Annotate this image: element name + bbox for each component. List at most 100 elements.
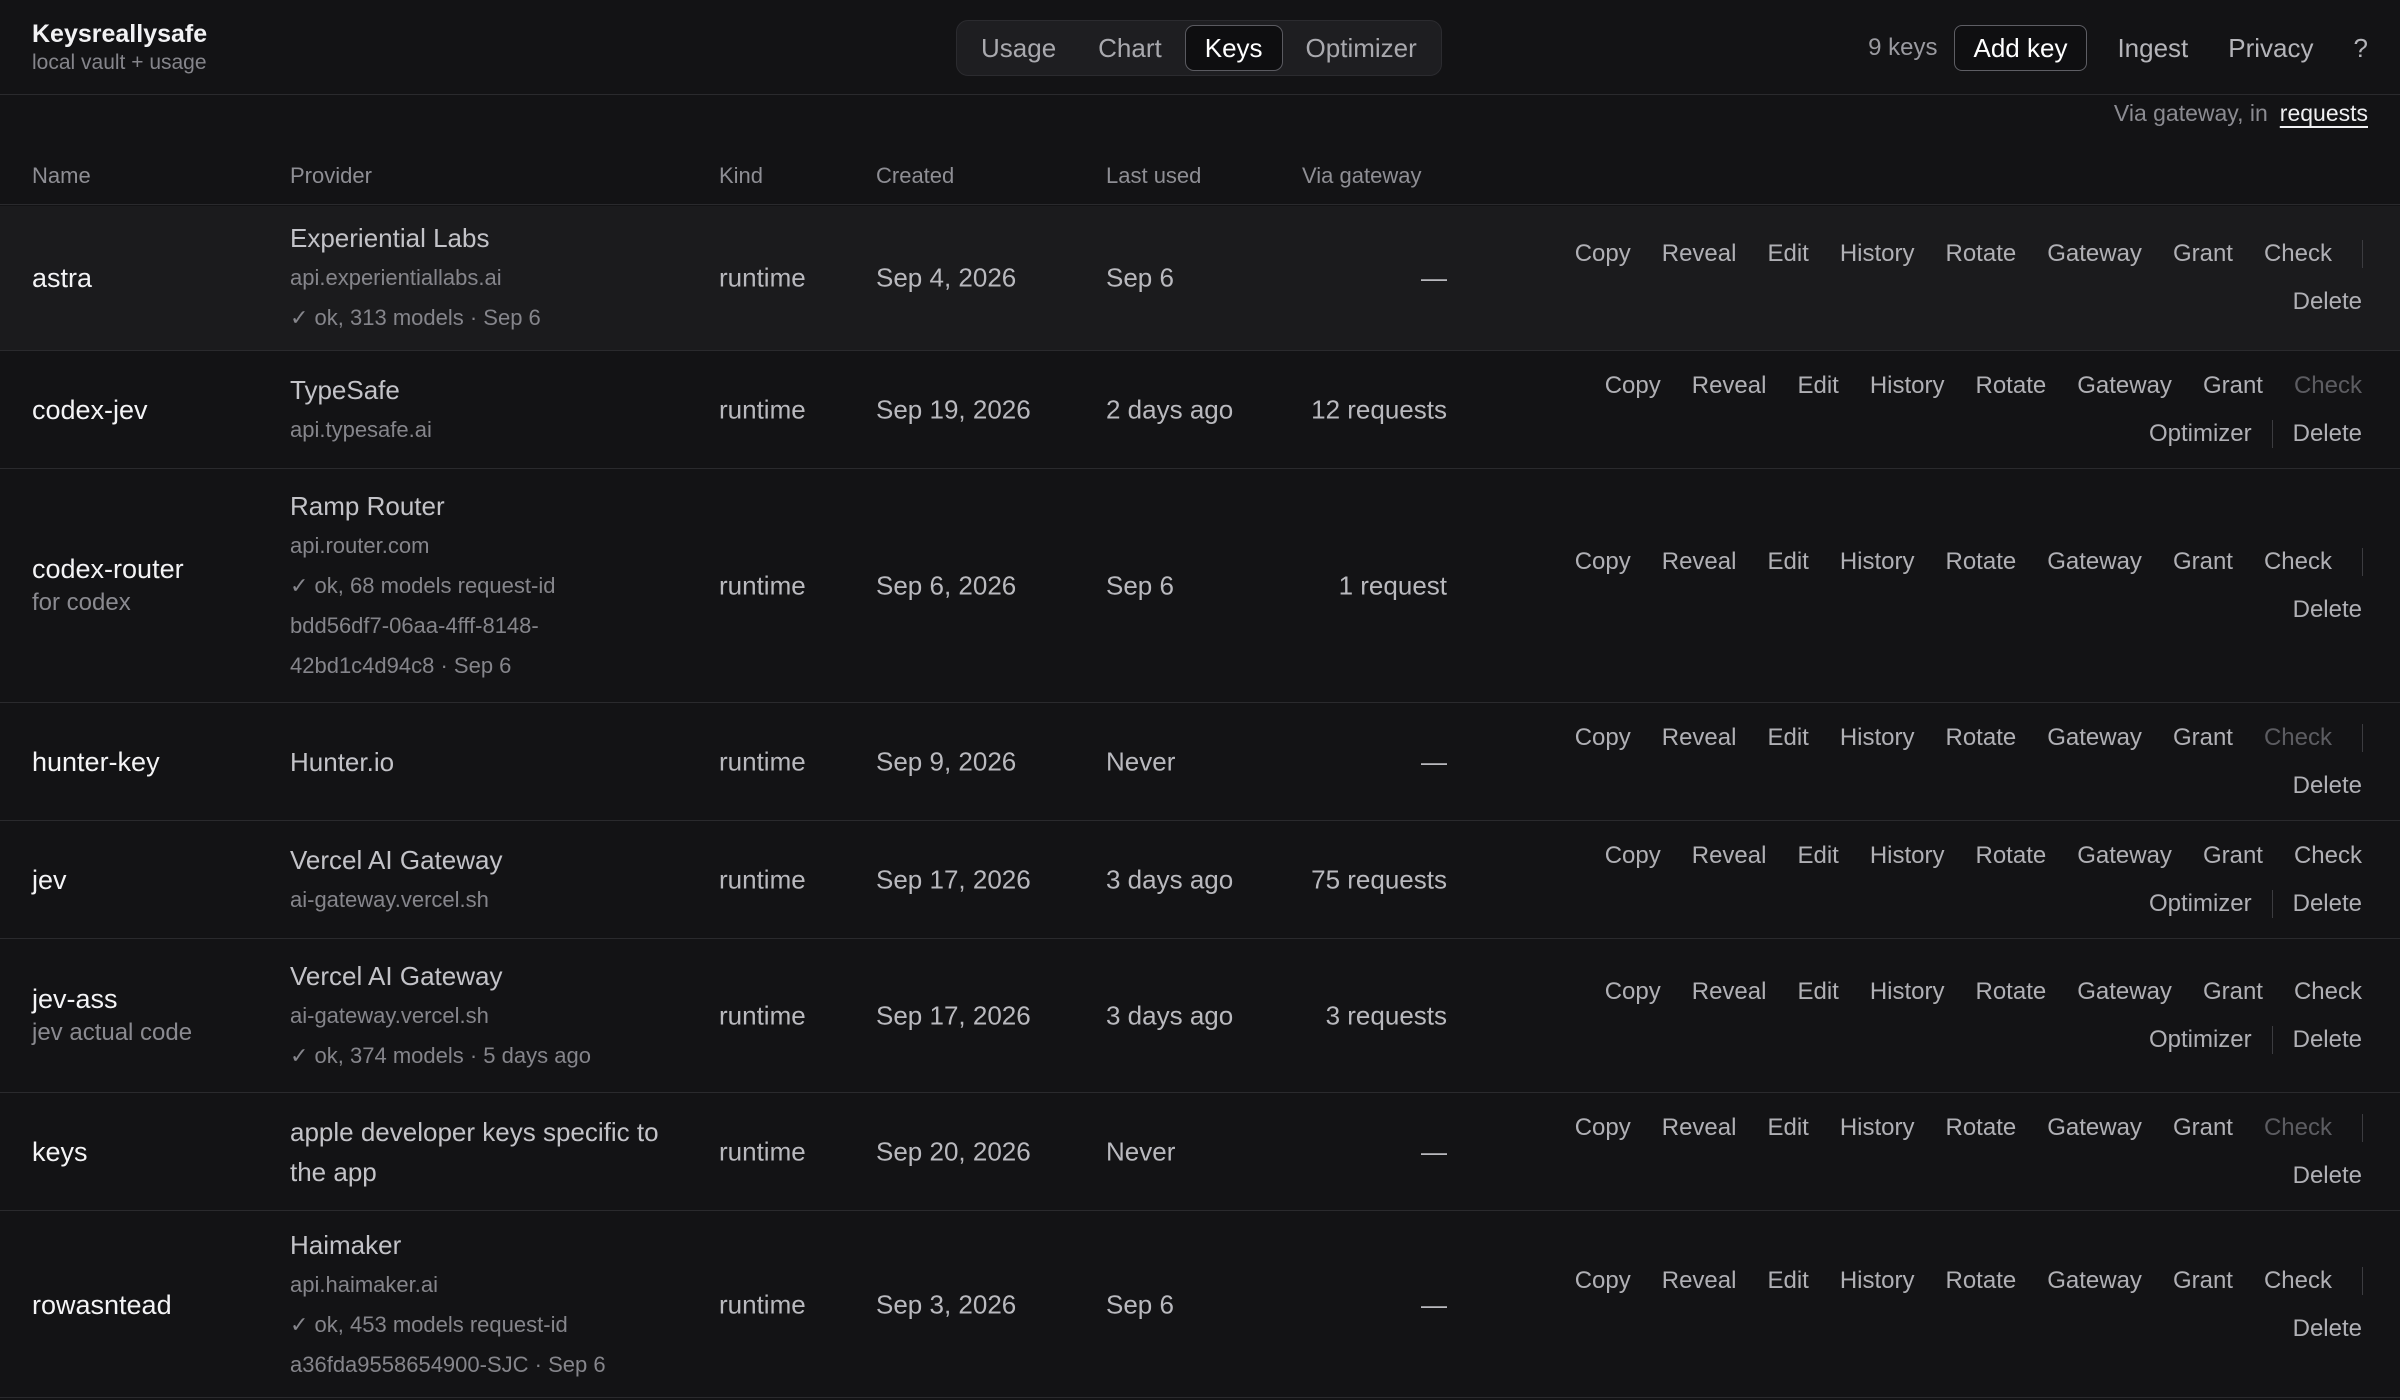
- rotate-action[interactable]: Rotate: [1946, 724, 2017, 752]
- copy-action[interactable]: Copy: [1575, 1267, 1631, 1295]
- grant-action[interactable]: Grant: [2203, 842, 2263, 870]
- copy-action[interactable]: Copy: [1575, 724, 1631, 752]
- tab-keys[interactable]: Keys: [1184, 25, 1283, 71]
- rotate-action[interactable]: Rotate: [1976, 978, 2047, 1006]
- history-action[interactable]: History: [1840, 1114, 1915, 1142]
- tab-chart[interactable]: Chart: [1079, 25, 1181, 71]
- gateway-action[interactable]: Gateway: [2077, 372, 2172, 400]
- rotate-action[interactable]: Rotate: [1946, 1114, 2017, 1142]
- check-action[interactable]: Check: [2264, 240, 2332, 268]
- reveal-action[interactable]: Reveal: [1662, 1114, 1737, 1142]
- copy-action[interactable]: Copy: [1575, 1114, 1631, 1142]
- key-name[interactable]: keys: [32, 1135, 88, 1169]
- check-action[interactable]: Check: [2294, 978, 2362, 1006]
- optimizer-action[interactable]: Optimizer: [2149, 890, 2252, 918]
- row-actions: Copy Reveal Edit History Rotate Gateway Grant C…: [1422, 1104, 2363, 1200]
- copy-action[interactable]: Copy: [1605, 372, 1661, 400]
- reveal-action[interactable]: Reveal: [1692, 978, 1767, 1006]
- grant-action[interactable]: Grant: [2173, 724, 2233, 752]
- reveal-action[interactable]: Reveal: [1662, 548, 1737, 576]
- delete-action[interactable]: Delete: [2293, 420, 2362, 448]
- reveal-action[interactable]: Reveal: [1662, 1267, 1737, 1295]
- tab-usage[interactable]: Usage: [962, 25, 1075, 71]
- check-action[interactable]: Check: [2294, 842, 2362, 870]
- edit-action[interactable]: Edit: [1767, 1267, 1808, 1295]
- column-header-provider[interactable]: Provider: [290, 163, 372, 189]
- rotate-action[interactable]: Rotate: [1946, 240, 2017, 268]
- gateway-action[interactable]: Gateway: [2047, 548, 2142, 576]
- gateway-action[interactable]: Gateway: [2047, 724, 2142, 752]
- grant-action[interactable]: Grant: [2203, 978, 2263, 1006]
- check-action[interactable]: Check: [2264, 548, 2332, 576]
- optimizer-action[interactable]: Optimizer: [2149, 420, 2252, 448]
- copy-action[interactable]: Copy: [1605, 978, 1661, 1006]
- delete-action[interactable]: Delete: [2293, 1162, 2362, 1190]
- edit-action[interactable]: Edit: [1767, 1114, 1808, 1142]
- delete-action[interactable]: Delete: [2293, 1026, 2362, 1054]
- edit-action[interactable]: Edit: [1767, 724, 1808, 752]
- gateway-action[interactable]: Gateway: [2047, 240, 2142, 268]
- key-name[interactable]: codex-jev: [32, 393, 148, 427]
- delete-action[interactable]: Delete: [2293, 288, 2362, 316]
- history-action[interactable]: History: [1840, 724, 1915, 752]
- gateway-action[interactable]: Gateway: [2047, 1114, 2142, 1142]
- gateway-unit-toggle[interactable]: requests: [2280, 100, 2368, 127]
- edit-action[interactable]: Edit: [1767, 548, 1808, 576]
- gateway-action[interactable]: Gateway: [2077, 978, 2172, 1006]
- reveal-action[interactable]: Reveal: [1692, 372, 1767, 400]
- key-name[interactable]: astra: [32, 261, 92, 295]
- check-action[interactable]: Check: [2264, 1267, 2332, 1295]
- history-action[interactable]: History: [1870, 372, 1945, 400]
- column-header-last-used[interactable]: Last used: [1106, 163, 1201, 189]
- edit-action[interactable]: Edit: [1767, 240, 1808, 268]
- via-gateway-cell: 1 request: [1338, 570, 1447, 601]
- reveal-action[interactable]: Reveal: [1662, 240, 1737, 268]
- grant-action[interactable]: Grant: [2173, 1267, 2233, 1295]
- delete-action[interactable]: Delete: [2293, 772, 2362, 800]
- history-action[interactable]: History: [1840, 548, 1915, 576]
- reveal-action[interactable]: Reveal: [1662, 724, 1737, 752]
- edit-action[interactable]: Edit: [1797, 372, 1838, 400]
- optimizer-action[interactable]: Optimizer: [2149, 1026, 2252, 1054]
- delete-action[interactable]: Delete: [2293, 890, 2362, 918]
- privacy-link[interactable]: Privacy: [2208, 33, 2333, 64]
- gateway-action[interactable]: Gateway: [2047, 1267, 2142, 1295]
- column-header-via-gateway[interactable]: Via gateway: [1302, 163, 1421, 189]
- rotate-action[interactable]: Rotate: [1946, 548, 2017, 576]
- reveal-action[interactable]: Reveal: [1692, 842, 1767, 870]
- rotate-action[interactable]: Rotate: [1946, 1267, 2017, 1295]
- grant-action[interactable]: Grant: [2173, 548, 2233, 576]
- grant-action[interactable]: Grant: [2203, 372, 2263, 400]
- history-action[interactable]: History: [1840, 240, 1915, 268]
- copy-action[interactable]: Copy: [1575, 548, 1631, 576]
- rotate-action[interactable]: Rotate: [1976, 372, 2047, 400]
- add-key-button[interactable]: Add key: [1953, 25, 2088, 71]
- tab-optimizer[interactable]: Optimizer: [1287, 25, 1436, 71]
- copy-action[interactable]: Copy: [1605, 842, 1661, 870]
- grant-action[interactable]: Grant: [2173, 240, 2233, 268]
- key-name[interactable]: rowasntead: [32, 1288, 172, 1322]
- history-action[interactable]: History: [1870, 842, 1945, 870]
- key-name[interactable]: codex-router: [32, 552, 184, 586]
- key-name[interactable]: jev: [32, 863, 67, 897]
- key-name[interactable]: hunter-key: [32, 745, 160, 779]
- copy-action[interactable]: Copy: [1575, 240, 1631, 268]
- column-header-name[interactable]: Name: [32, 163, 91, 189]
- key-name[interactable]: jev-ass: [32, 982, 192, 1016]
- delete-action[interactable]: Delete: [2293, 1315, 2362, 1343]
- history-action[interactable]: History: [1870, 978, 1945, 1006]
- delete-action[interactable]: Delete: [2293, 596, 2362, 624]
- rotate-action[interactable]: Rotate: [1976, 842, 2047, 870]
- ingest-link[interactable]: Ingest: [2097, 33, 2208, 64]
- column-header-created[interactable]: Created: [876, 163, 954, 189]
- edit-action[interactable]: Edit: [1797, 842, 1838, 870]
- provider-name: TypeSafe: [290, 375, 400, 405]
- history-action[interactable]: History: [1840, 1267, 1915, 1295]
- grant-action[interactable]: Grant: [2173, 1114, 2233, 1142]
- gateway-action[interactable]: Gateway: [2077, 842, 2172, 870]
- edit-action[interactable]: Edit: [1797, 978, 1838, 1006]
- check-action: Check: [2263, 724, 2332, 751]
- help-link[interactable]: ?: [2334, 33, 2368, 64]
- name-cell: keys: [32, 1135, 88, 1169]
- column-header-kind[interactable]: Kind: [719, 163, 763, 189]
